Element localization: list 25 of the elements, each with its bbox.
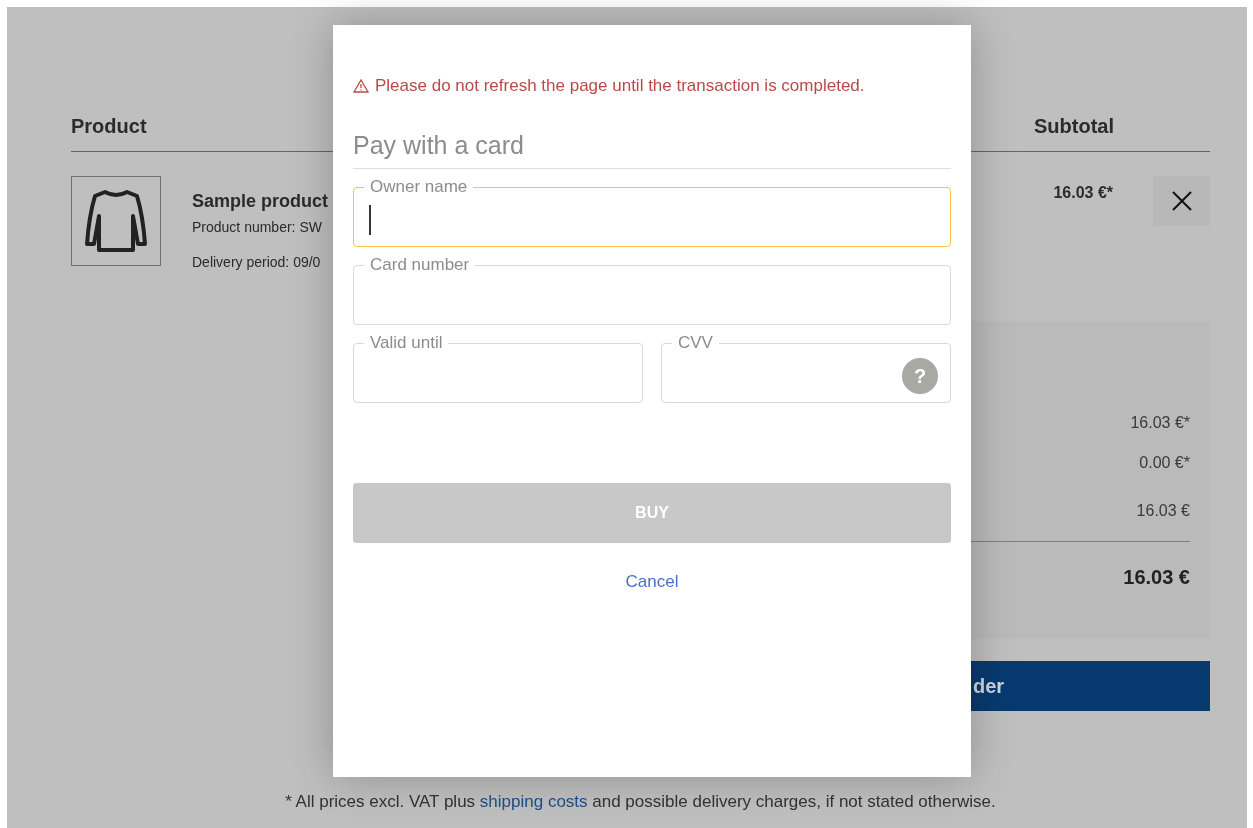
product-number: Product number: SW	[192, 218, 323, 237]
help-button[interactable]: ?	[902, 358, 938, 394]
summary-value: 16.03 €	[1136, 501, 1190, 521]
text-cursor	[369, 205, 371, 235]
cancel-link[interactable]: Cancel	[625, 569, 679, 595]
summary-value: 0.00 €*	[1139, 453, 1190, 473]
delivery-period: Delivery period: 09/0	[192, 253, 322, 272]
item-subtotal: 16.03 €*	[1053, 183, 1113, 203]
warning-icon	[353, 78, 369, 93]
product-name: Sample product	[192, 190, 329, 213]
column-header: Product	[71, 114, 147, 139]
close-icon	[1171, 191, 1192, 211]
close-button[interactable]	[1153, 176, 1210, 226]
order-button[interactable]: der	[971, 661, 1210, 711]
warning-message: Please do not refresh the page until the transaction is completed.	[375, 75, 865, 97]
text-field[interactable]: Valid until	[353, 333, 643, 403]
column-header: Subtotal	[1034, 114, 1114, 139]
footer-note: * All prices excl. VAT plus shipping costs and possible delivery charges, if not stated otherwise.	[284, 791, 997, 813]
total-value: 16.03 €	[1123, 565, 1190, 590]
shipping-costs-link[interactable]: shipping costs	[479, 792, 588, 811]
text-field[interactable]: Card number	[353, 255, 951, 325]
text-field[interactable]: Owner name	[353, 177, 951, 247]
text-field[interactable]: CVV ?	[661, 333, 951, 403]
dialog-title: Pay with a card	[353, 126, 951, 169]
summary-value: 16.03 €*	[1130, 413, 1190, 433]
